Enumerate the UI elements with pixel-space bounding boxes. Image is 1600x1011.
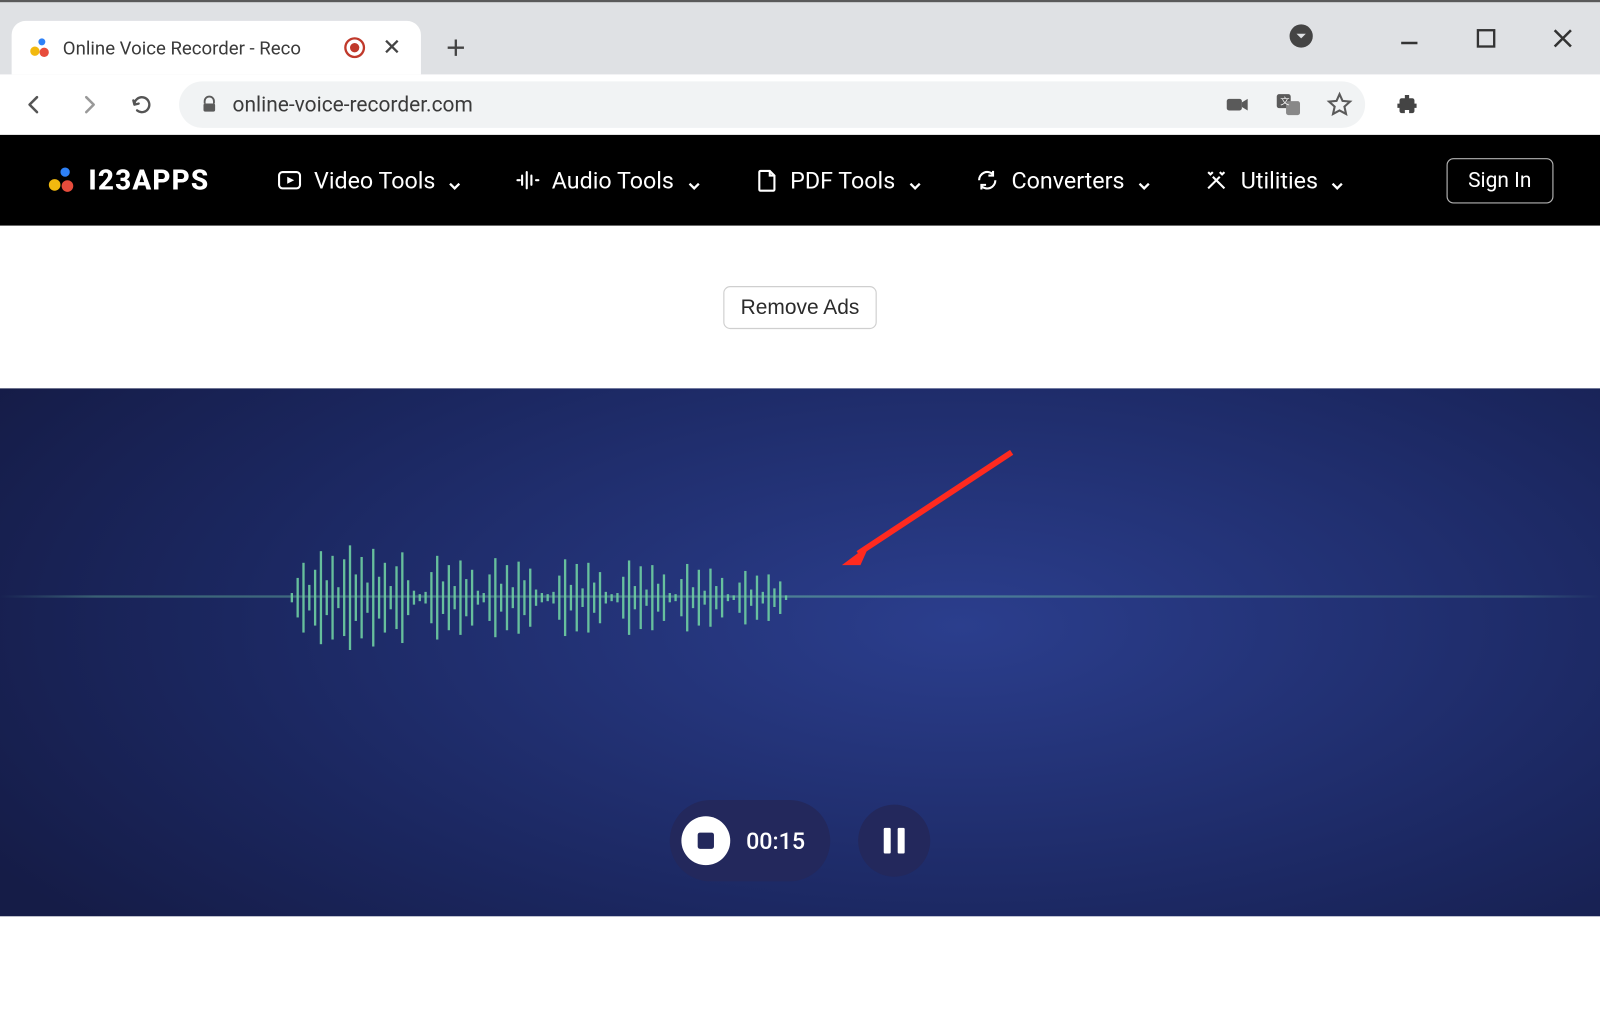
nav-label: Converters xyxy=(1012,166,1125,194)
profile-dropdown-icon[interactable] xyxy=(1288,23,1314,53)
new-tab-button[interactable] xyxy=(430,22,481,73)
nav-video-tools[interactable]: Video Tools xyxy=(277,166,464,194)
play-rect-icon xyxy=(277,167,303,193)
address-bar[interactable]: online-voice-recorder.com 文 xyxy=(179,81,1365,128)
browser-toolbar: online-voice-recorder.com 文 xyxy=(0,74,1600,134)
forward-button[interactable] xyxy=(65,81,112,128)
svg-text:文: 文 xyxy=(1280,96,1289,108)
sign-in-button[interactable]: Sign In xyxy=(1446,158,1553,203)
sign-in-label: Sign In xyxy=(1468,168,1531,192)
chevron-down-icon xyxy=(447,172,463,188)
stop-icon xyxy=(681,816,730,865)
brand-text: I23APPS xyxy=(88,164,209,197)
extensions-button[interactable] xyxy=(1384,81,1431,128)
audio-bars-icon xyxy=(515,167,541,193)
camera-icon[interactable] xyxy=(1223,91,1251,119)
recording-indicator-icon xyxy=(344,37,365,58)
browser-tabstrip: Online Voice Recorder - Reco xyxy=(0,2,1600,74)
remove-ads-label: Remove Ads xyxy=(741,295,860,318)
brand[interactable]: I23APPS xyxy=(47,164,210,197)
close-tab-button[interactable] xyxy=(377,33,407,62)
nav-converters[interactable]: Converters xyxy=(974,166,1152,194)
url-text: online-voice-recorder.com xyxy=(233,92,473,116)
window-close-button[interactable] xyxy=(1547,22,1580,55)
annotation-arrow-icon xyxy=(837,447,1023,575)
chevron-down-icon xyxy=(907,172,923,188)
recorder-controls: 00:15 xyxy=(0,800,1600,881)
timer-text: 00:15 xyxy=(746,827,805,855)
window-controls xyxy=(1288,2,1600,74)
translate-icon[interactable]: 文 xyxy=(1274,91,1302,119)
main-nav: Video Tools Audio Tools PDF Tools Conver… xyxy=(277,166,1346,194)
nav-pdf-tools[interactable]: PDF Tools xyxy=(753,166,923,194)
waveform xyxy=(291,540,814,656)
site-header: I23APPS Video Tools Audio Tools PDF Tool… xyxy=(0,135,1600,226)
nav-label: Video Tools xyxy=(314,166,435,194)
chevron-down-icon xyxy=(1136,172,1152,188)
reload-button[interactable] xyxy=(119,81,166,128)
file-icon xyxy=(753,167,779,193)
recorder-area: 00:15 xyxy=(0,388,1600,916)
nav-label: Utilities xyxy=(1241,166,1318,194)
pause-icon xyxy=(884,828,905,854)
tab-favicon-icon xyxy=(28,36,51,59)
back-button[interactable] xyxy=(12,81,59,128)
nav-label: Audio Tools xyxy=(552,166,674,194)
chevron-down-icon xyxy=(686,172,702,188)
tab-title: Online Voice Recorder - Reco xyxy=(63,37,333,59)
window-maximize-button[interactable] xyxy=(1470,22,1503,55)
bookmark-star-icon[interactable] xyxy=(1326,91,1354,119)
window-minimize-button[interactable] xyxy=(1393,22,1426,55)
nav-utilities[interactable]: Utilities xyxy=(1204,166,1346,194)
tools-icon xyxy=(1204,167,1230,193)
chevron-down-icon xyxy=(1330,172,1346,188)
refresh-icon xyxy=(974,167,1000,193)
remove-ads-button[interactable]: Remove Ads xyxy=(723,285,877,328)
pause-button[interactable] xyxy=(859,805,931,877)
lock-icon xyxy=(200,95,219,114)
brand-logo-icon xyxy=(47,165,77,195)
nav-label: PDF Tools xyxy=(790,166,895,194)
nav-audio-tools[interactable]: Audio Tools xyxy=(515,166,702,194)
ad-strip: Remove Ads xyxy=(0,226,1600,389)
browser-tab[interactable]: Online Voice Recorder - Reco xyxy=(12,21,421,74)
stop-button[interactable]: 00:15 xyxy=(669,800,830,881)
